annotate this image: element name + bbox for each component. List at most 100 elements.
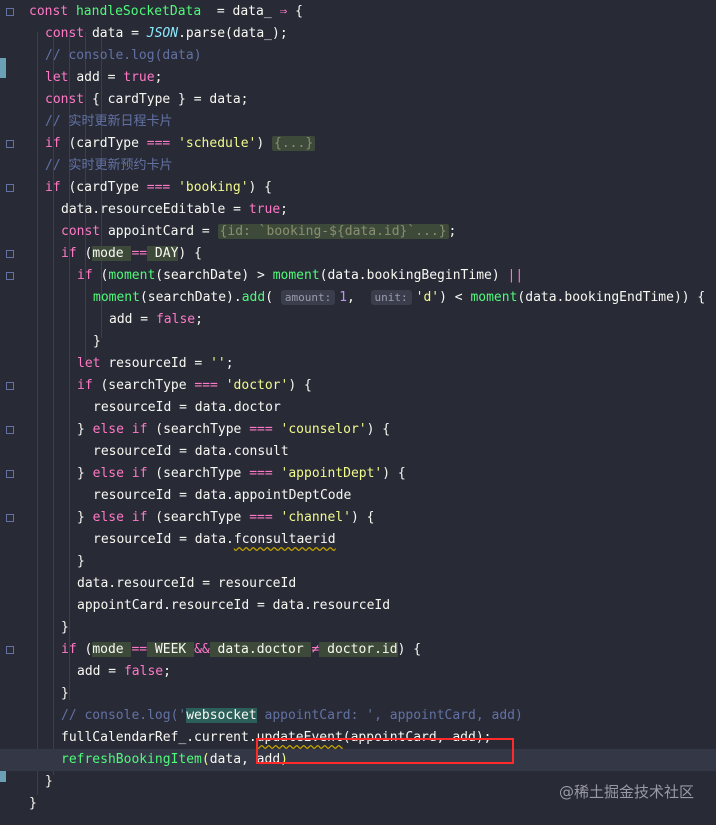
- code-token: {: [287, 4, 303, 19]
- code-text: moment(searchDate).add( amount: 1, unit: '…: [93, 287, 705, 309]
- code-text: refreshBookingItem(data, add): [61, 749, 288, 771]
- code-line[interactable]: resourceId = data.consult: [0, 441, 716, 463]
- code-token: data.resourceEditable =: [61, 202, 249, 217]
- code-line[interactable]: if (cardType === 'booking') {: [0, 177, 716, 199]
- code-line[interactable]: resourceId = data.appointDeptCode: [0, 485, 716, 507]
- code-line[interactable]: resourceId = data.fconsultaerid: [0, 529, 716, 551]
- code-text: add = false;: [109, 309, 203, 331]
- fold-icon[interactable]: [6, 250, 14, 258]
- code-editor[interactable]: const handleSocketData = data_ ⇒ {const …: [0, 0, 716, 825]
- code-token: 1: [339, 290, 348, 305]
- code-token: else if: [92, 466, 156, 481]
- code-token: 'booking': [178, 180, 249, 195]
- code-token: unit:: [370, 290, 412, 305]
- code-line[interactable]: }: [0, 551, 716, 573]
- code-token: 'schedule': [178, 136, 257, 151]
- code-text: appointCard.resourceId = data.resourceId: [77, 595, 390, 617]
- code-line[interactable]: }: [0, 617, 716, 639]
- code-token: let: [45, 70, 77, 85]
- code-line[interactable]: } else if (searchType === 'counselor') {: [0, 419, 716, 441]
- fold-icon[interactable]: [6, 470, 14, 478]
- code-text: const handleSocketData = data_ ⇒ {: [29, 1, 303, 23]
- code-token: ) {: [397, 642, 422, 657]
- fold-icon[interactable]: [6, 8, 14, 16]
- code-token: {id: `booking-${data.id}`...}: [217, 224, 449, 239]
- code-line[interactable]: if (mode == DAY) {: [0, 243, 716, 265]
- code-token: .parse(data_);: [178, 26, 288, 41]
- code-line[interactable]: const { cardType } = data;: [0, 89, 716, 111]
- code-line[interactable]: } else if (searchType === 'appointDept')…: [0, 463, 716, 485]
- code-token: if: [61, 642, 85, 657]
- code-token: moment: [93, 290, 140, 305]
- code-token: 'doctor': [225, 378, 289, 393]
- fold-icon[interactable]: [6, 646, 14, 654]
- code-text: // 实时更新日程卡片: [45, 111, 172, 133]
- code-text: resourceId = data.consult: [93, 441, 289, 463]
- code-line[interactable]: const handleSocketData = data_ ⇒ {: [0, 1, 716, 23]
- code-token: ) <: [439, 290, 471, 305]
- code-line[interactable]: add = false;: [0, 309, 716, 331]
- code-line[interactable]: if (cardType === 'schedule') {...}: [0, 133, 716, 155]
- code-line[interactable]: resourceId = data.doctor: [0, 397, 716, 419]
- code-token: if: [77, 378, 101, 393]
- code-token: (: [265, 290, 281, 305]
- code-text: if (searchType === 'doctor') {: [77, 375, 312, 397]
- code-token: ===: [249, 510, 273, 525]
- code-token: add =: [109, 312, 156, 327]
- code-token: doctor.id: [319, 642, 398, 657]
- code-token: }: [93, 334, 101, 349]
- code-token: fconsultaerid: [233, 532, 336, 547]
- code-line[interactable]: if (searchType === 'doctor') {: [0, 375, 716, 397]
- code-text: add = false;: [77, 661, 171, 683]
- code-token: ;: [225, 356, 234, 371]
- code-token: 'd': [415, 290, 440, 305]
- code-line[interactable]: appointCard.resourceId = data.resourceId: [0, 595, 716, 617]
- code-token: // console.log(data): [45, 48, 202, 63]
- code-line[interactable]: data.resourceEditable = true;: [0, 199, 716, 221]
- code-line[interactable]: } else if (searchType === 'channel') {: [0, 507, 716, 529]
- fold-icon[interactable]: [6, 272, 14, 280]
- fold-icon[interactable]: [6, 382, 14, 390]
- code-token: ===: [146, 136, 171, 151]
- code-token: let: [77, 356, 109, 371]
- code-line[interactable]: // 实时更新日程卡片: [0, 111, 716, 133]
- code-token: ;: [195, 312, 203, 327]
- code-text: // 实时更新预约卡片: [45, 155, 172, 177]
- code-line[interactable]: if (moment(searchDate) > moment(data.boo…: [0, 265, 716, 287]
- fold-icon[interactable]: [6, 514, 14, 522]
- code-line[interactable]: let add = true;: [0, 67, 716, 89]
- code-token: fullCalendarRef_.current.: [61, 730, 257, 745]
- code-text: if (mode == WEEK && data.doctor ≠ doctor…: [61, 639, 421, 661]
- code-token: false: [123, 664, 164, 679]
- code-line[interactable]: add = false;: [0, 661, 716, 683]
- code-token: const: [45, 26, 92, 41]
- fold-icon[interactable]: [6, 140, 14, 148]
- code-token: mode: [92, 246, 132, 261]
- code-token: const: [29, 4, 76, 19]
- code-text: }: [45, 771, 53, 793]
- code-token: ): [256, 136, 273, 151]
- code-token: add =: [77, 664, 124, 679]
- code-token: resourceId = data.appointDeptCode: [93, 488, 352, 503]
- code-token: if: [61, 246, 85, 261]
- fold-icon[interactable]: [6, 426, 14, 434]
- watermark: @稀土掘金技术社区: [558, 783, 694, 801]
- code-line[interactable]: // console.log('websocket appointCard: '…: [0, 705, 716, 727]
- code-line[interactable]: data.resourceId = resourceId: [0, 573, 716, 595]
- code-line[interactable]: // console.log(data): [0, 45, 716, 67]
- fold-icon[interactable]: [6, 184, 14, 192]
- code-line[interactable]: const appointCard = {id: `booking-${data…: [0, 221, 716, 243]
- code-line[interactable]: }: [0, 331, 716, 353]
- code-token: refreshBookingItem: [61, 752, 202, 767]
- code-line[interactable]: const data = JSON.parse(data_);: [0, 23, 716, 45]
- code-token: appointCard: ', appointCard, add): [256, 708, 523, 723]
- code-token: const: [45, 92, 92, 107]
- code-line[interactable]: // 实时更新预约卡片: [0, 155, 716, 177]
- code-text: } else if (searchType === 'appointDept')…: [77, 463, 406, 485]
- code-text: let resourceId = '';: [77, 353, 234, 375]
- code-line[interactable]: moment(searchDate).add( amount: 1, unit: '…: [0, 287, 716, 309]
- code-line[interactable]: let resourceId = '';: [0, 353, 716, 375]
- code-line[interactable]: if (mode == WEEK && data.doctor ≠ doctor…: [0, 639, 716, 661]
- code-line[interactable]: }: [0, 683, 716, 705]
